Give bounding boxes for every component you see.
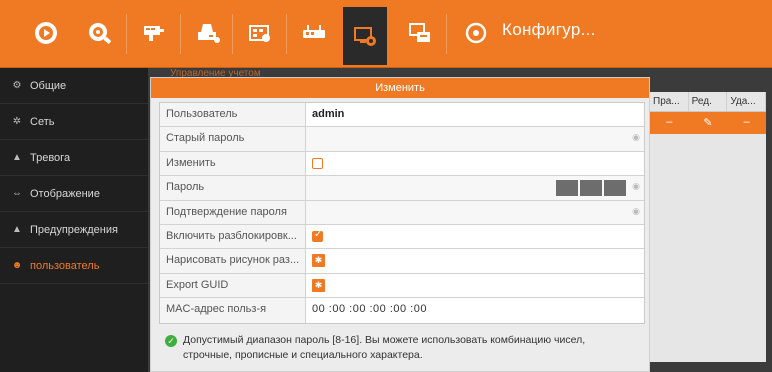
toolbar-title: Конфигур...: [502, 20, 596, 39]
edit-form: Пользователь admin Старый пароль ◉ Измен…: [159, 102, 645, 324]
warning-icon: ▲: [12, 224, 22, 235]
sidebar-item-label: Тревога: [30, 151, 71, 164]
sidebar-item-display[interactable]: ⇔ Отображение: [0, 176, 148, 212]
sidebar: ⚙ Общие ✲ Сеть ▲ Тревога ⇔ Отображение ▲…: [0, 68, 148, 372]
edit-dialog: Изменить Пользователь admin Старый парол…: [150, 77, 650, 372]
delete-cell[interactable]: –: [727, 112, 766, 134]
sidebar-item-label: Общие: [30, 79, 67, 92]
playback-icon[interactable]: [26, 6, 66, 60]
network-icon: ✲: [12, 116, 22, 127]
column-header: Уда...: [727, 92, 767, 111]
check-circle-icon: ✓: [165, 335, 177, 347]
password-strength-meter: [556, 180, 626, 197]
field-label: Пароль: [160, 176, 306, 200]
storage-icon[interactable]: [240, 6, 280, 60]
settings-gear-icon[interactable]: ✱: [312, 278, 325, 292]
form-row-change: Изменить: [160, 151, 644, 177]
search-camera-icon[interactable]: [80, 6, 120, 60]
column-header: Пра...: [650, 92, 689, 111]
table-header: Пра... Ред. Уда...: [650, 92, 767, 112]
eye-icon[interactable]: ◉: [632, 132, 640, 143]
record-icon[interactable]: [188, 6, 228, 60]
confirm-password-field[interactable]: ◉: [306, 200, 644, 224]
password-hint-text: Допустимый диапазон пароль [8-16]. Вы мо…: [183, 334, 586, 361]
sidebar-item-label: пользователь: [30, 259, 100, 272]
form-row-confirm-password: Подтверждение пароля ◉: [160, 200, 644, 225]
permission-cell[interactable]: –: [650, 112, 689, 134]
field-label: Подтверждение пароля: [160, 200, 306, 224]
camera-settings-icon[interactable]: [134, 6, 174, 60]
alarm-icon: ▲: [12, 152, 22, 163]
network-device-icon[interactable]: [294, 6, 334, 60]
maintenance-icon[interactable]: [400, 6, 440, 60]
column-header: Ред.: [689, 92, 728, 111]
username-field[interactable]: admin: [306, 103, 644, 126]
settings-gear-icon[interactable]: ✱: [312, 254, 325, 268]
field-label: Старый пароль: [160, 127, 306, 151]
sidebar-item-label: Сеть: [30, 115, 55, 128]
eye-icon[interactable]: ◉: [632, 206, 640, 217]
field-label: Изменить: [160, 151, 306, 176]
field-label: MAC-адрес польз-я: [160, 298, 306, 323]
edit-icon[interactable]: ✎: [689, 112, 728, 134]
form-row-old-password: Старый пароль ◉: [160, 127, 644, 152]
form-row-draw-pattern: Нарисовать рисунок раз... ✱: [160, 249, 644, 274]
general-icon: ⚙: [12, 80, 22, 91]
sidebar-item-general[interactable]: ⚙ Общие: [0, 68, 148, 104]
sidebar-item-label: Предупреждения: [30, 223, 118, 236]
password-field[interactable]: ◉: [306, 176, 644, 200]
sidebar-item-label: Отображение: [30, 187, 100, 200]
field-label: Нарисовать рисунок раз...: [160, 249, 306, 273]
change-checkbox[interactable]: [312, 157, 323, 169]
old-password-field[interactable]: ◉: [306, 127, 644, 151]
sidebar-item-alarm[interactable]: ▲ Тревога: [0, 140, 148, 176]
user-icon: ☻: [11, 260, 23, 271]
display-icon: ⇔: [12, 188, 22, 199]
form-row-mac: MAC-адрес польз-я 00 :00 :00 :00 :00 :00: [160, 298, 644, 323]
field-label: Пользователь: [160, 103, 306, 127]
user-table: Пра... Ред. Уда... – ✎ –: [650, 92, 767, 362]
top-toolbar: Конфигур...: [0, 0, 772, 68]
power-icon[interactable]: [456, 6, 496, 60]
form-row-enable-unlock: Включить разблокировк...: [160, 224, 644, 250]
field-label: Включить разблокировк...: [160, 224, 306, 249]
sidebar-item-warnings[interactable]: ▲ Предупреждения: [0, 212, 148, 248]
eye-icon[interactable]: ◉: [632, 181, 640, 192]
sidebar-item-user[interactable]: ☻ пользователь: [0, 248, 148, 284]
mac-address-field[interactable]: 00 :00 :00 :00 :00 :00: [306, 298, 644, 322]
table-row[interactable]: – ✎ –: [650, 112, 766, 134]
form-row-username: Пользователь admin: [160, 103, 644, 128]
enable-unlock-checkbox[interactable]: [312, 229, 323, 242]
dialog-title: Изменить: [151, 78, 649, 98]
system-config-icon[interactable]: [343, 7, 387, 65]
password-hint: ✓ Допустимый диапазон пароль [8-16]. Вы …: [165, 333, 635, 363]
field-label: Export GUID: [160, 273, 306, 298]
sidebar-item-network[interactable]: ✲ Сеть: [0, 104, 148, 140]
form-row-password: Пароль ◉: [160, 176, 644, 201]
form-row-export-guid: Export GUID ✱: [160, 273, 644, 299]
